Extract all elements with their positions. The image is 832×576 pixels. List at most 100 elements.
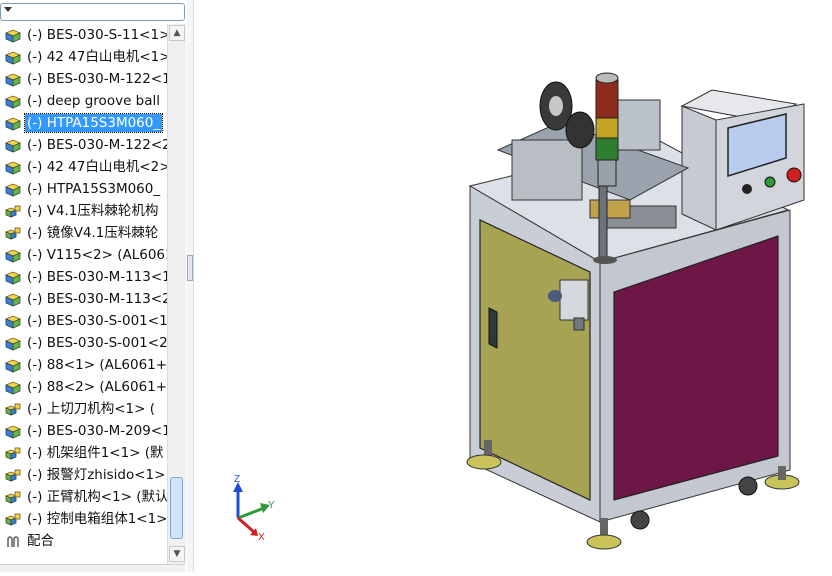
part-icon xyxy=(4,28,22,43)
emergency-stop-icon xyxy=(786,167,802,183)
tree-item-label: (-) BES-030-M-113<1> xyxy=(27,269,167,285)
triad-x-label: X xyxy=(258,532,265,543)
tree-item-label: (-) 上切刀机构<1> ( xyxy=(27,401,155,417)
leveling-foot xyxy=(466,454,502,470)
tree-item[interactable]: (-) HTPA15S3M060_ xyxy=(0,112,167,134)
tree-item[interactable]: (-) BES-030-M-113<1> xyxy=(0,266,167,288)
subassembly-icon xyxy=(4,468,21,482)
tree-horizontal-scrollbar[interactable] xyxy=(0,564,185,572)
tree-item[interactable]: (-) 控制电箱组体1<1> xyxy=(0,508,167,530)
leveling-foot-stem xyxy=(778,466,786,480)
triad-y-label: Y xyxy=(268,500,275,511)
signal-tower-foot xyxy=(593,256,617,264)
graphics-area[interactable]: Z Y X xyxy=(194,0,832,572)
reel-hub xyxy=(549,96,563,116)
part-icon xyxy=(4,116,22,131)
tree-item[interactable]: (-) 上切刀机构<1> ( xyxy=(0,398,167,420)
tree-item-label: (-) 42 47白山电机<2> xyxy=(27,159,167,175)
tree-item-mates[interactable]: 配合 xyxy=(0,530,167,552)
tree-item[interactable]: (-) 88<1> (AL6061+ xyxy=(0,354,167,376)
part-icon xyxy=(4,138,22,153)
tree-item[interactable]: (-) BES-030-M-113<2> xyxy=(0,288,167,310)
air-filter-regulator xyxy=(559,279,589,321)
feature-tree: (-) BES-030-S-11<1> (-) 42 47白山电机<1> (-) B… xyxy=(0,24,167,564)
selector-switch-icon xyxy=(742,184,752,194)
tree-item[interactable]: (-) BES-030-M-122<2> xyxy=(0,134,167,156)
tree-item-label: (-) 报警灯zhisido<1> xyxy=(27,467,166,483)
tree-item[interactable]: (-) BES-030-M-122<1> xyxy=(0,68,167,90)
subassembly-icon xyxy=(4,446,21,460)
tree-item[interactable]: (-) 镜像V4.1压料棘轮 xyxy=(0,222,167,244)
chevron-down-icon[interactable] xyxy=(4,7,12,12)
tree-item[interactable]: (-) BES-030-S-11<1> xyxy=(0,24,167,46)
tree-item[interactable]: (-) BES-030-S-001<2> xyxy=(0,332,167,354)
tree-filter-dropdown[interactable] xyxy=(0,3,185,21)
drive-roller xyxy=(565,111,595,149)
tree-item-label: (-) V115<2> (AL6061 xyxy=(27,247,167,263)
subassembly-icon xyxy=(4,490,21,504)
tree-item-label: (-) BES-030-S-001<1> xyxy=(27,313,167,329)
part-icon xyxy=(4,248,22,263)
signal-light-red xyxy=(595,79,619,119)
subassembly-icon xyxy=(4,512,21,526)
triad-y-axis xyxy=(237,506,265,520)
tree-item[interactable]: (-) BES-030-S-001<1> xyxy=(0,310,167,332)
tree-item[interactable]: (-) 88<2> (AL6061+ xyxy=(0,376,167,398)
part-icon xyxy=(4,160,22,175)
tree-item[interactable]: (-) 42 47白山电机<2> xyxy=(0,156,167,178)
tree-item-label: (-) BES-030-M-209<1> xyxy=(27,423,167,439)
scroll-up-button[interactable]: ▲ xyxy=(169,25,185,41)
signal-tower-pole xyxy=(598,184,608,261)
panel-splitter[interactable] xyxy=(187,0,194,572)
tree-item-label: (-) HTPA15S3M060_ xyxy=(23,113,164,133)
scroll-thumb[interactable] xyxy=(170,477,183,539)
tree-item[interactable]: (-) 42 47白山电机<1> xyxy=(0,46,167,68)
tree-item-label: (-) BES-030-S-11<1> xyxy=(27,27,167,43)
tree-item-label: 配合 xyxy=(27,533,54,549)
tree-item-label: (-) HTPA15S3M060_ xyxy=(27,181,161,197)
tree-item[interactable]: (-) 报警灯zhisido<1> xyxy=(0,464,167,486)
tree-item-label: (-) BES-030-M-122<1> xyxy=(27,71,167,87)
triad-z-label: Z xyxy=(234,474,240,485)
part-icon xyxy=(4,292,22,307)
tree-item[interactable]: (-) BES-030-M-209<1> xyxy=(0,420,167,442)
tree-item[interactable]: (-) 机架组件1<1> (默 xyxy=(0,442,167,464)
tree-item-label: (-) BES-030-M-113<2> xyxy=(27,291,167,307)
part-icon xyxy=(4,50,22,65)
part-icon xyxy=(4,72,22,87)
tree-item-label: (-) 88<1> (AL6061+ xyxy=(27,357,167,373)
tree-item-label: (-) 镜像V4.1压料棘轮 xyxy=(27,225,159,241)
part-icon xyxy=(4,182,22,197)
feeding-mechanism xyxy=(511,139,583,201)
tree-item[interactable]: (-) 正臂机构<1> (默认 xyxy=(0,486,167,508)
subassembly-icon xyxy=(4,204,21,218)
tree-item[interactable]: (-) V115<2> (AL6061 xyxy=(0,244,167,266)
signal-light-yellow xyxy=(595,117,619,139)
tree-item[interactable]: (-) HTPA15S3M060_ xyxy=(0,178,167,200)
part-icon xyxy=(4,380,22,395)
tree-vertical-scrollbar[interactable]: ▲ ▼ xyxy=(167,24,186,564)
tree-item-label: (-) 机架组件1<1> (默 xyxy=(27,445,164,461)
collapse-panel-handle[interactable] xyxy=(187,255,193,281)
leveling-foot xyxy=(586,534,622,550)
door-handle xyxy=(488,307,498,349)
start-button-icon xyxy=(764,176,776,188)
signal-tower-base xyxy=(597,159,617,187)
part-icon xyxy=(4,336,22,351)
subassembly-icon xyxy=(4,402,21,416)
filter-bowl xyxy=(573,317,585,331)
subassembly-icon xyxy=(4,226,21,240)
tree-item-label: (-) 正臂机构<1> (默认 xyxy=(27,489,167,505)
part-icon xyxy=(4,358,22,373)
pressure-gauge xyxy=(548,290,562,302)
tree-item[interactable]: (-) V4.1压料棘轮机构 xyxy=(0,200,167,222)
caster-wheel xyxy=(738,476,758,496)
tree-item-label: (-) BES-030-M-122<2> xyxy=(27,137,167,153)
tree-item[interactable]: (-) deep groove ball xyxy=(0,90,167,112)
feature-manager-panel: (-) BES-030-S-11<1> (-) 42 47白山电机<1> (-) B… xyxy=(0,0,188,572)
cutter-blade xyxy=(589,199,631,219)
part-icon xyxy=(4,424,22,439)
assembly-model-view[interactable]: Z Y X xyxy=(194,0,832,572)
orientation-triad[interactable]: Z Y X xyxy=(233,474,275,543)
scroll-down-button[interactable]: ▼ xyxy=(169,546,185,562)
